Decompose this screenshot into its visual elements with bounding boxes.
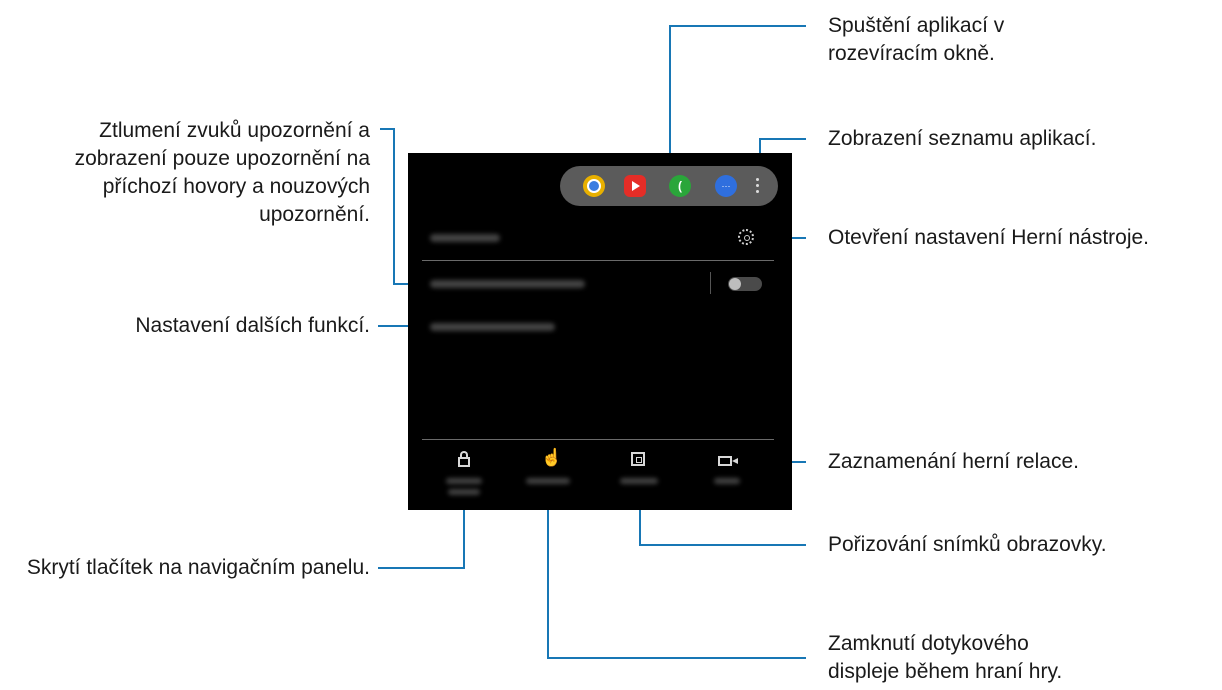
record-icon[interactable] [718,456,738,466]
callout-mute-alerts: Ztlumení zvuků upozornění a zobrazení po… [74,119,370,226]
footer-divider [422,439,774,440]
touch-lock-caption-placeholder [526,478,570,484]
callout-popup-apps: Spuštění aplikací v rozevíracím okně. [828,14,1005,65]
callout-lock-touch: Zamknutí dotykového displeje během hraní… [828,632,1063,683]
touch-lock-icon[interactable]: ☝ [541,448,562,468]
lock-icon[interactable] [458,451,470,467]
callout-app-list: Zobrazení seznamu aplikací. [828,127,1097,150]
chrome-icon[interactable] [583,175,605,197]
game-tools-panel: ( ··· ☝ [408,153,792,510]
hide-nav-caption-placeholder-2 [448,489,480,495]
callout-hide-nav: Skrytí tlačítek na navigačním panelu. [26,556,370,579]
toggle-divider [710,272,711,294]
popup-apps-bar: ( ··· [560,166,778,206]
panel-title-placeholder [430,234,500,242]
header-divider [422,260,774,261]
hide-nav-caption-placeholder [446,478,482,484]
callout-screenshot: Pořizování snímků obrazovky. [828,533,1107,556]
no-alerts-label-placeholder [430,280,585,288]
youtube-icon[interactable] [624,175,646,197]
phone-icon[interactable]: ( [669,175,691,197]
record-caption-placeholder [714,478,740,484]
callout-record: Zaznamenání herní relace. [828,450,1079,473]
callout-more-features: Nastavení dalších funkcí. [135,314,370,337]
toggle-switch[interactable] [728,277,762,291]
messages-icon[interactable]: ··· [715,175,737,197]
screenshot-caption-placeholder [620,478,658,484]
screenshot-icon[interactable] [631,452,645,466]
more-icon[interactable] [756,178,760,193]
callout-open-settings: Otevření nastavení Herní nástroje. [828,226,1149,249]
gear-icon[interactable] [738,229,754,245]
additional-features-label-placeholder [430,323,555,331]
